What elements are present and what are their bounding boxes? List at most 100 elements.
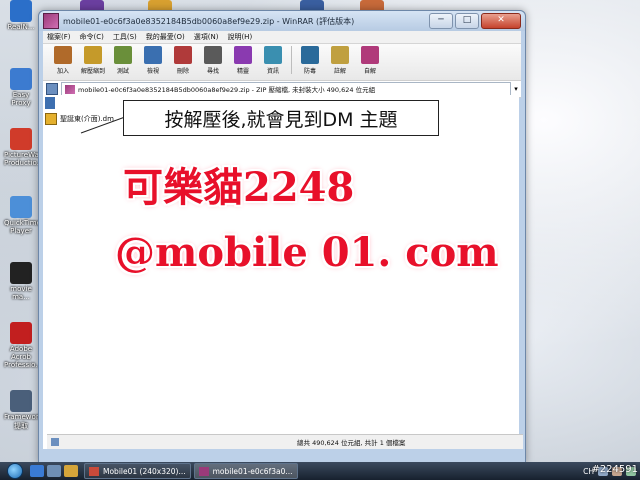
- toolbar-icon: [331, 46, 349, 64]
- toolbar-icon: [114, 46, 132, 64]
- desktop-app-icon: [10, 196, 32, 218]
- desktop-app-icon: [10, 322, 32, 344]
- menu-options[interactable]: 選項(N): [194, 32, 219, 42]
- desktop-app-icon: [10, 262, 32, 284]
- desktop-icon[interactable]: Adobe Acrob Professio...: [4, 322, 42, 369]
- callout-pointer: [80, 116, 126, 134]
- toolbar-button[interactable]: 尋找: [199, 46, 227, 75]
- toolbar-label: 註解: [333, 68, 346, 75]
- title-bar[interactable]: mobile01-e0c6f3a0e8352184B5db0060a8ef9e2…: [39, 11, 525, 31]
- desktop-app-icon: [10, 68, 32, 90]
- toolbar-label: 防毒: [303, 68, 316, 75]
- toolbar-label: 加入: [56, 68, 69, 75]
- winrar-app-icon: [43, 13, 59, 29]
- toolbar-button[interactable]: 測試: [109, 46, 137, 75]
- toolbar-icon: [174, 46, 192, 64]
- desktop-app-icon: [10, 390, 32, 412]
- toolbar-button[interactable]: 檢視: [139, 46, 167, 75]
- task-app-icon: [89, 466, 99, 476]
- maximize-button[interactable]: □: [455, 13, 479, 29]
- image-watermark: #224591: [591, 464, 638, 475]
- desktop-icon-label: RealN...: [7, 23, 35, 31]
- window-title: mobile01-e0c6f3a0e8352184B5db0060a8ef9e2…: [63, 16, 355, 26]
- overlay-site: @mobile 01. com: [115, 229, 499, 276]
- toolbar-label: 刪除: [176, 68, 189, 75]
- toolbar-button[interactable]: 刪除: [169, 46, 197, 75]
- up-folder-button[interactable]: [43, 82, 61, 96]
- status-bar: 總共 490,624 位元組, 共計 1 個檔案: [47, 434, 523, 449]
- toolbar-icon: [361, 46, 379, 64]
- path-text: mobile01-e0c6f3a0e8352184B5db0060a8ef9e2…: [78, 86, 376, 94]
- menu-file[interactable]: 檔案(F): [47, 32, 71, 42]
- quicklaunch-browser-icon[interactable]: [30, 465, 44, 477]
- path-dropdown-icon[interactable]: ▾: [511, 85, 521, 93]
- desktop-icon[interactable]: RealN...: [4, 0, 38, 31]
- task-label: mobile01-e0c6f3a0...: [212, 466, 293, 476]
- desktop-icon[interactable]: PictureWare Productio...: [4, 128, 46, 167]
- up-folder-icon: [46, 83, 58, 95]
- annotation-callout: 按解壓後,就會見到DM 主題: [123, 100, 439, 136]
- menu-bar: 檔案(F) 命令(C) 工具(S) 我的最愛(O) 選項(N) 說明(H): [43, 31, 521, 44]
- taskbar: Mobile01 (240x320)... mobile01-e0c6f3a0.…: [0, 462, 640, 480]
- file-list[interactable]: 聖誕東(介面).dm 按解壓後,就會見到DM 主題 可樂貓2248 @mobil…: [43, 95, 523, 449]
- menu-tools[interactable]: 工具(S): [113, 32, 137, 42]
- desktop-icon-label: PictureWare Productio...: [4, 151, 46, 167]
- toolbar-label: 資訊: [266, 68, 279, 75]
- toolbar-label: 精靈: [236, 68, 249, 75]
- toolbar-icon: [144, 46, 162, 64]
- start-orb-icon: [7, 463, 23, 479]
- toolbar-label: 測試: [116, 68, 129, 75]
- toolbar-button[interactable]: 防毒: [296, 46, 324, 75]
- file-icon: [45, 113, 57, 125]
- task-winrar-icon: [198, 466, 209, 476]
- start-button[interactable]: [0, 462, 30, 480]
- desktop-app-icon: [10, 0, 32, 22]
- toolbar-icon: [301, 46, 319, 64]
- status-summary: 總共 490,624 位元組, 共計 1 個檔案: [297, 439, 406, 447]
- toolbar: 加入 解壓縮到 測試 檢視 刪除 尋找 精靈 資訊 防毒 註解 自解: [43, 44, 521, 81]
- desktop-icon-label: QuickTime Player: [4, 219, 41, 235]
- toolbar-icon: [84, 46, 102, 64]
- toolbar-label: 自解: [363, 68, 376, 75]
- task-winrar[interactable]: mobile01-e0c6f3a0...: [193, 463, 298, 479]
- toolbar-button[interactable]: 解壓縮到: [79, 46, 107, 75]
- close-button[interactable]: ✕: [481, 13, 521, 29]
- zip-icon: [65, 84, 75, 94]
- path-field[interactable]: mobile01-e0c6f3a0e8352184B5db0060a8ef9e2…: [61, 82, 511, 96]
- toolbar-button[interactable]: 加入: [49, 46, 77, 75]
- desktop-icon-label: movie ma...: [10, 285, 32, 301]
- task-label: Mobile01 (240x320)...: [103, 466, 186, 476]
- desktop-icon-label: Easy Proxy: [11, 91, 31, 107]
- menu-commands[interactable]: 命令(C): [80, 32, 104, 42]
- toolbar-button[interactable]: 註解: [326, 46, 354, 75]
- quicklaunch-folder-icon[interactable]: [64, 465, 78, 477]
- toolbar-icon: [234, 46, 252, 64]
- quicklaunch-desktop-icon[interactable]: [47, 465, 61, 477]
- winrar-window: mobile01-e0c6f3a0e8352184B5db0060a8ef9e2…: [38, 10, 526, 464]
- toolbar-button[interactable]: 資訊: [259, 46, 287, 75]
- parent-folder-icon: [45, 97, 55, 109]
- toolbar-separator: [291, 46, 292, 74]
- menu-favorites[interactable]: 我的最愛(O): [146, 32, 185, 42]
- overlay-author: 可樂貓2248: [123, 164, 355, 211]
- toolbar-icon: [54, 46, 72, 64]
- toolbar-icon: [204, 46, 222, 64]
- desktop-icon-label: Frameworks 提取: [4, 413, 47, 430]
- minimize-button[interactable]: ─: [429, 13, 453, 29]
- task-mobile01[interactable]: Mobile01 (240x320)...: [84, 463, 191, 479]
- toolbar-label: 檢視: [146, 68, 159, 75]
- toolbar-label: 尋找: [206, 68, 219, 75]
- desktop-icon[interactable]: QuickTime Player: [4, 196, 41, 235]
- desktop-icon[interactable]: Easy Proxy: [4, 68, 38, 107]
- list-item-up[interactable]: [45, 97, 57, 109]
- toolbar-button[interactable]: 精靈: [229, 46, 257, 75]
- desktop-app-icon: [10, 128, 32, 150]
- status-left: [47, 437, 291, 447]
- desktop-icon[interactable]: movie ma...: [4, 262, 38, 301]
- toolbar-label: 解壓縮到: [80, 68, 105, 75]
- menu-help[interactable]: 說明(H): [227, 32, 252, 42]
- desktop-icon-label: Adobe Acrob Professio...: [4, 345, 42, 369]
- desktop-icon[interactable]: Frameworks 提取: [4, 390, 47, 431]
- toolbar-icon: [264, 46, 282, 64]
- toolbar-button[interactable]: 自解: [356, 46, 384, 75]
